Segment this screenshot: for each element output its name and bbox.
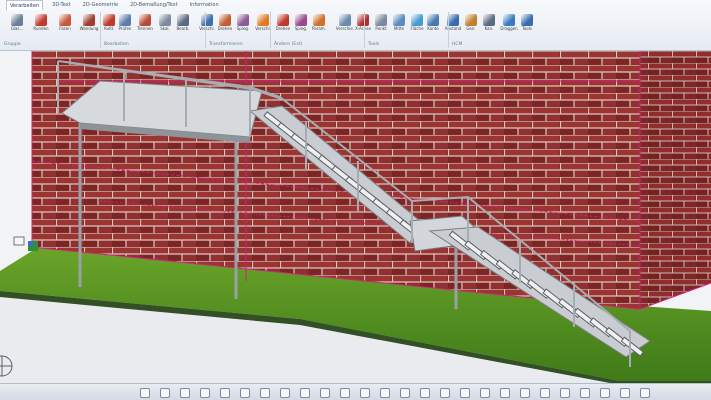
ribbon-group-label: Gruppe <box>4 42 21 47</box>
ribbon-toolbar: Verarbeiten 3D-Text 2D-Geometrie 2D-Bemaßun… <box>0 0 711 51</box>
wall-icon <box>83 14 95 26</box>
statusbar-toggle-icon[interactable] <box>400 388 410 398</box>
statusbar-toggle-icon[interactable] <box>600 388 610 398</box>
statusbar-toggle-icon[interactable] <box>280 388 290 398</box>
ribbon-tab-5[interactable]: Information <box>187 0 222 10</box>
3d-viewport[interactable] <box>0 51 711 383</box>
statusbar-toggle-icon[interactable] <box>500 388 510 398</box>
statusbar-toggle-icon[interactable] <box>200 388 210 398</box>
ribbon-button-label: Param. <box>312 26 326 31</box>
statusbar-toggle-icon[interactable] <box>240 388 250 398</box>
statusbar-toggle-icon[interactable] <box>540 388 550 398</box>
ribbon-button-label: Glas... <box>10 26 24 31</box>
ribbon-group-label: Tools <box>368 42 380 47</box>
statusbar-toggle-icon[interactable] <box>300 388 310 398</box>
statusbar-toggle-icon[interactable] <box>340 388 350 398</box>
ribbon-separator <box>448 12 449 48</box>
statusbar-toggle-icon[interactable] <box>520 388 530 398</box>
glass-icon <box>11 14 23 26</box>
tools-icon <box>521 14 533 26</box>
statusbar-toggle-icon[interactable] <box>160 388 170 398</box>
mirror-icon <box>237 14 249 26</box>
statusbar-toggle-icon[interactable] <box>420 388 430 398</box>
ribbon-tab-4[interactable]: 2D-Bemaßung/Text <box>127 0 181 10</box>
statusbar-toggle-icon[interactable] <box>380 388 390 398</box>
round-icon <box>35 14 47 26</box>
statusbar-toggle-icon[interactable] <box>480 388 490 398</box>
statusbar-toggle-icon[interactable] <box>440 388 450 398</box>
ribbon-group-label: Ändern (Ext) <box>274 42 303 47</box>
ribbon-tab-2[interactable]: 3D-Text <box>49 0 74 10</box>
ribbon-separator <box>364 12 365 48</box>
ribbon-separator <box>205 12 206 48</box>
ribbon-button-1[interactable]: Glas... <box>4 14 30 32</box>
ribbon-tabs: Verarbeiten 3D-Text 2D-Geometrie 2D-Bemaßun… <box>0 0 222 10</box>
statusbar-toggle-icon[interactable] <box>320 388 330 398</box>
statusbar-toggle-icon[interactable] <box>460 388 470 398</box>
ribbon-button-label: Fasen <box>59 26 71 31</box>
statusbar-toggle-icon[interactable] <box>140 388 150 398</box>
ribbon-tab-3[interactable]: 2D-Geometrie <box>80 0 121 10</box>
param-icon <box>313 14 325 26</box>
edge-icon <box>427 14 439 26</box>
ribbon-group-label: Bearbeiten <box>104 42 129 47</box>
application-window: Verarbeiten 3D-Text 2D-Geometrie 2D-Bemaßun… <box>0 0 711 400</box>
statusbar-toggle-icon[interactable] <box>360 388 370 398</box>
statusbar-toggle-icon[interactable] <box>640 388 650 398</box>
ribbon-button-27[interactable]: Tools <box>514 14 540 32</box>
edit-icon <box>177 14 189 26</box>
statusbar-toggle-icon[interactable] <box>220 388 230 398</box>
ribbon-button-3[interactable]: Fasen <box>52 14 78 32</box>
viewport-canvas[interactable] <box>0 51 711 383</box>
statusbar-toggle-icon[interactable] <box>620 388 630 398</box>
ribbon-button-16[interactable]: Param. <box>306 14 332 32</box>
split-icon <box>139 14 151 26</box>
check-icon <box>119 14 131 26</box>
statusbar-toggle-icon[interactable] <box>560 388 570 398</box>
ribbon-button-label: Tools <box>522 26 532 31</box>
chamfer-icon <box>59 14 71 26</box>
brick-wall-side <box>640 51 711 309</box>
ribbon-separator <box>270 12 271 48</box>
ribbon-group-label: HCM <box>452 42 463 47</box>
ribbon-group-label: Transformieren <box>209 42 243 47</box>
ribbon-separator <box>100 12 101 48</box>
move-icon <box>257 14 269 26</box>
ribbon-button-label: Runden <box>33 26 49 31</box>
statusbar-toggle-icon[interactable] <box>180 388 190 398</box>
ribbon-button-2[interactable]: Runden <box>28 14 54 32</box>
statusbar-toggle-icon[interactable] <box>260 388 270 398</box>
ribbon-button-label: Bearb. <box>176 26 190 31</box>
statusbar-toggle-icon[interactable] <box>580 388 590 398</box>
status-bar <box>0 383 711 400</box>
ribbon-tab-1[interactable]: Verarbeiten <box>6 0 44 10</box>
channel-icon <box>483 14 495 26</box>
ribbon-button-9[interactable]: Bearb. <box>170 14 196 32</box>
